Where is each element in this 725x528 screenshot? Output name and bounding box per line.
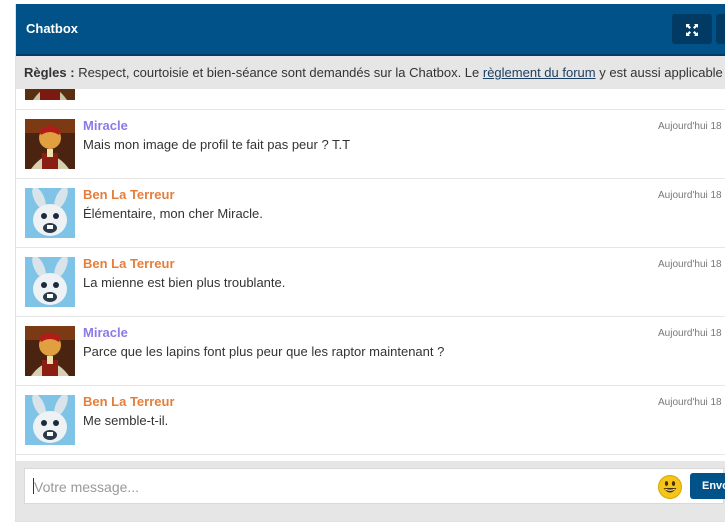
- send-button[interactable]: Envoyer: [690, 473, 725, 499]
- header-menu-button[interactable]: [716, 14, 725, 44]
- avatar-miracle: [25, 89, 75, 100]
- forum-rules-link[interactable]: règlement du forum: [483, 65, 596, 80]
- message-composer: Envoyer: [16, 461, 725, 521]
- rules-banner: Règles : Respect, courtoisie et bien-séa…: [16, 56, 725, 89]
- avatar-ben: [25, 395, 75, 445]
- expand-button[interactable]: [672, 14, 712, 44]
- chatbox-title: Chatbox: [26, 21, 78, 36]
- message-text: Parce que les lapins font plus peur que …: [83, 344, 445, 359]
- message-item: Ben La Terreur La mienne est bien plus t…: [16, 248, 725, 317]
- message-author[interactable]: Ben La Terreur: [83, 256, 175, 271]
- message-author[interactable]: Miracle: [83, 118, 128, 133]
- chatbox: Chatbox Règles : Respect, courtoisie et …: [15, 4, 725, 522]
- message-time: Aujourd'hui 18: [658, 190, 722, 201]
- message-text: Élémentaire, mon cher Miracle.: [83, 206, 263, 221]
- message-text: La mienne est bien plus troublante.: [83, 275, 286, 290]
- text-caret: [33, 478, 34, 494]
- expand-arrows-icon: [686, 24, 698, 37]
- message-text: Mais mon image de profil te fait pas peu…: [83, 137, 351, 152]
- rules-text-end: y est aussi applicable: [595, 65, 723, 80]
- rules-label: Règles :: [24, 65, 75, 80]
- avatar-ben: [25, 257, 75, 307]
- message-text: Me semble-t-il.: [83, 413, 169, 428]
- message-item: Miracle Parce que les lapins font plus p…: [16, 317, 725, 386]
- message-author[interactable]: Ben La Terreur: [83, 187, 175, 202]
- message-time: Aujourd'hui 18: [658, 328, 722, 339]
- rules-text: Respect, courtoisie et bien-séance sont …: [74, 65, 483, 80]
- message-item: Miracle Mais mon image de profil te fait…: [16, 110, 725, 179]
- message-item: Ben La Terreur Me semble-t-il. Aujourd'h…: [16, 386, 725, 455]
- message-input-box[interactable]: Envoyer: [24, 468, 725, 504]
- avatar-miracle: [25, 326, 75, 376]
- message-time: Aujourd'hui 18: [658, 397, 722, 408]
- message-list[interactable]: Miracle Mais mon image de profil te fait…: [16, 89, 725, 461]
- chatbox-header: Chatbox: [16, 4, 725, 56]
- message-item-previous: [16, 89, 725, 110]
- message-author[interactable]: Ben La Terreur: [83, 394, 175, 409]
- avatar-miracle: [25, 119, 75, 169]
- message-time: Aujourd'hui 18: [658, 121, 722, 132]
- message-item: Ben La Terreur Élémentaire, mon cher Mir…: [16, 179, 725, 248]
- avatar-ben: [25, 188, 75, 238]
- message-author[interactable]: Miracle: [83, 325, 128, 340]
- message-time: Aujourd'hui 18: [658, 259, 722, 270]
- message-input[interactable]: [32, 475, 636, 499]
- smiley-icon[interactable]: [658, 475, 682, 499]
